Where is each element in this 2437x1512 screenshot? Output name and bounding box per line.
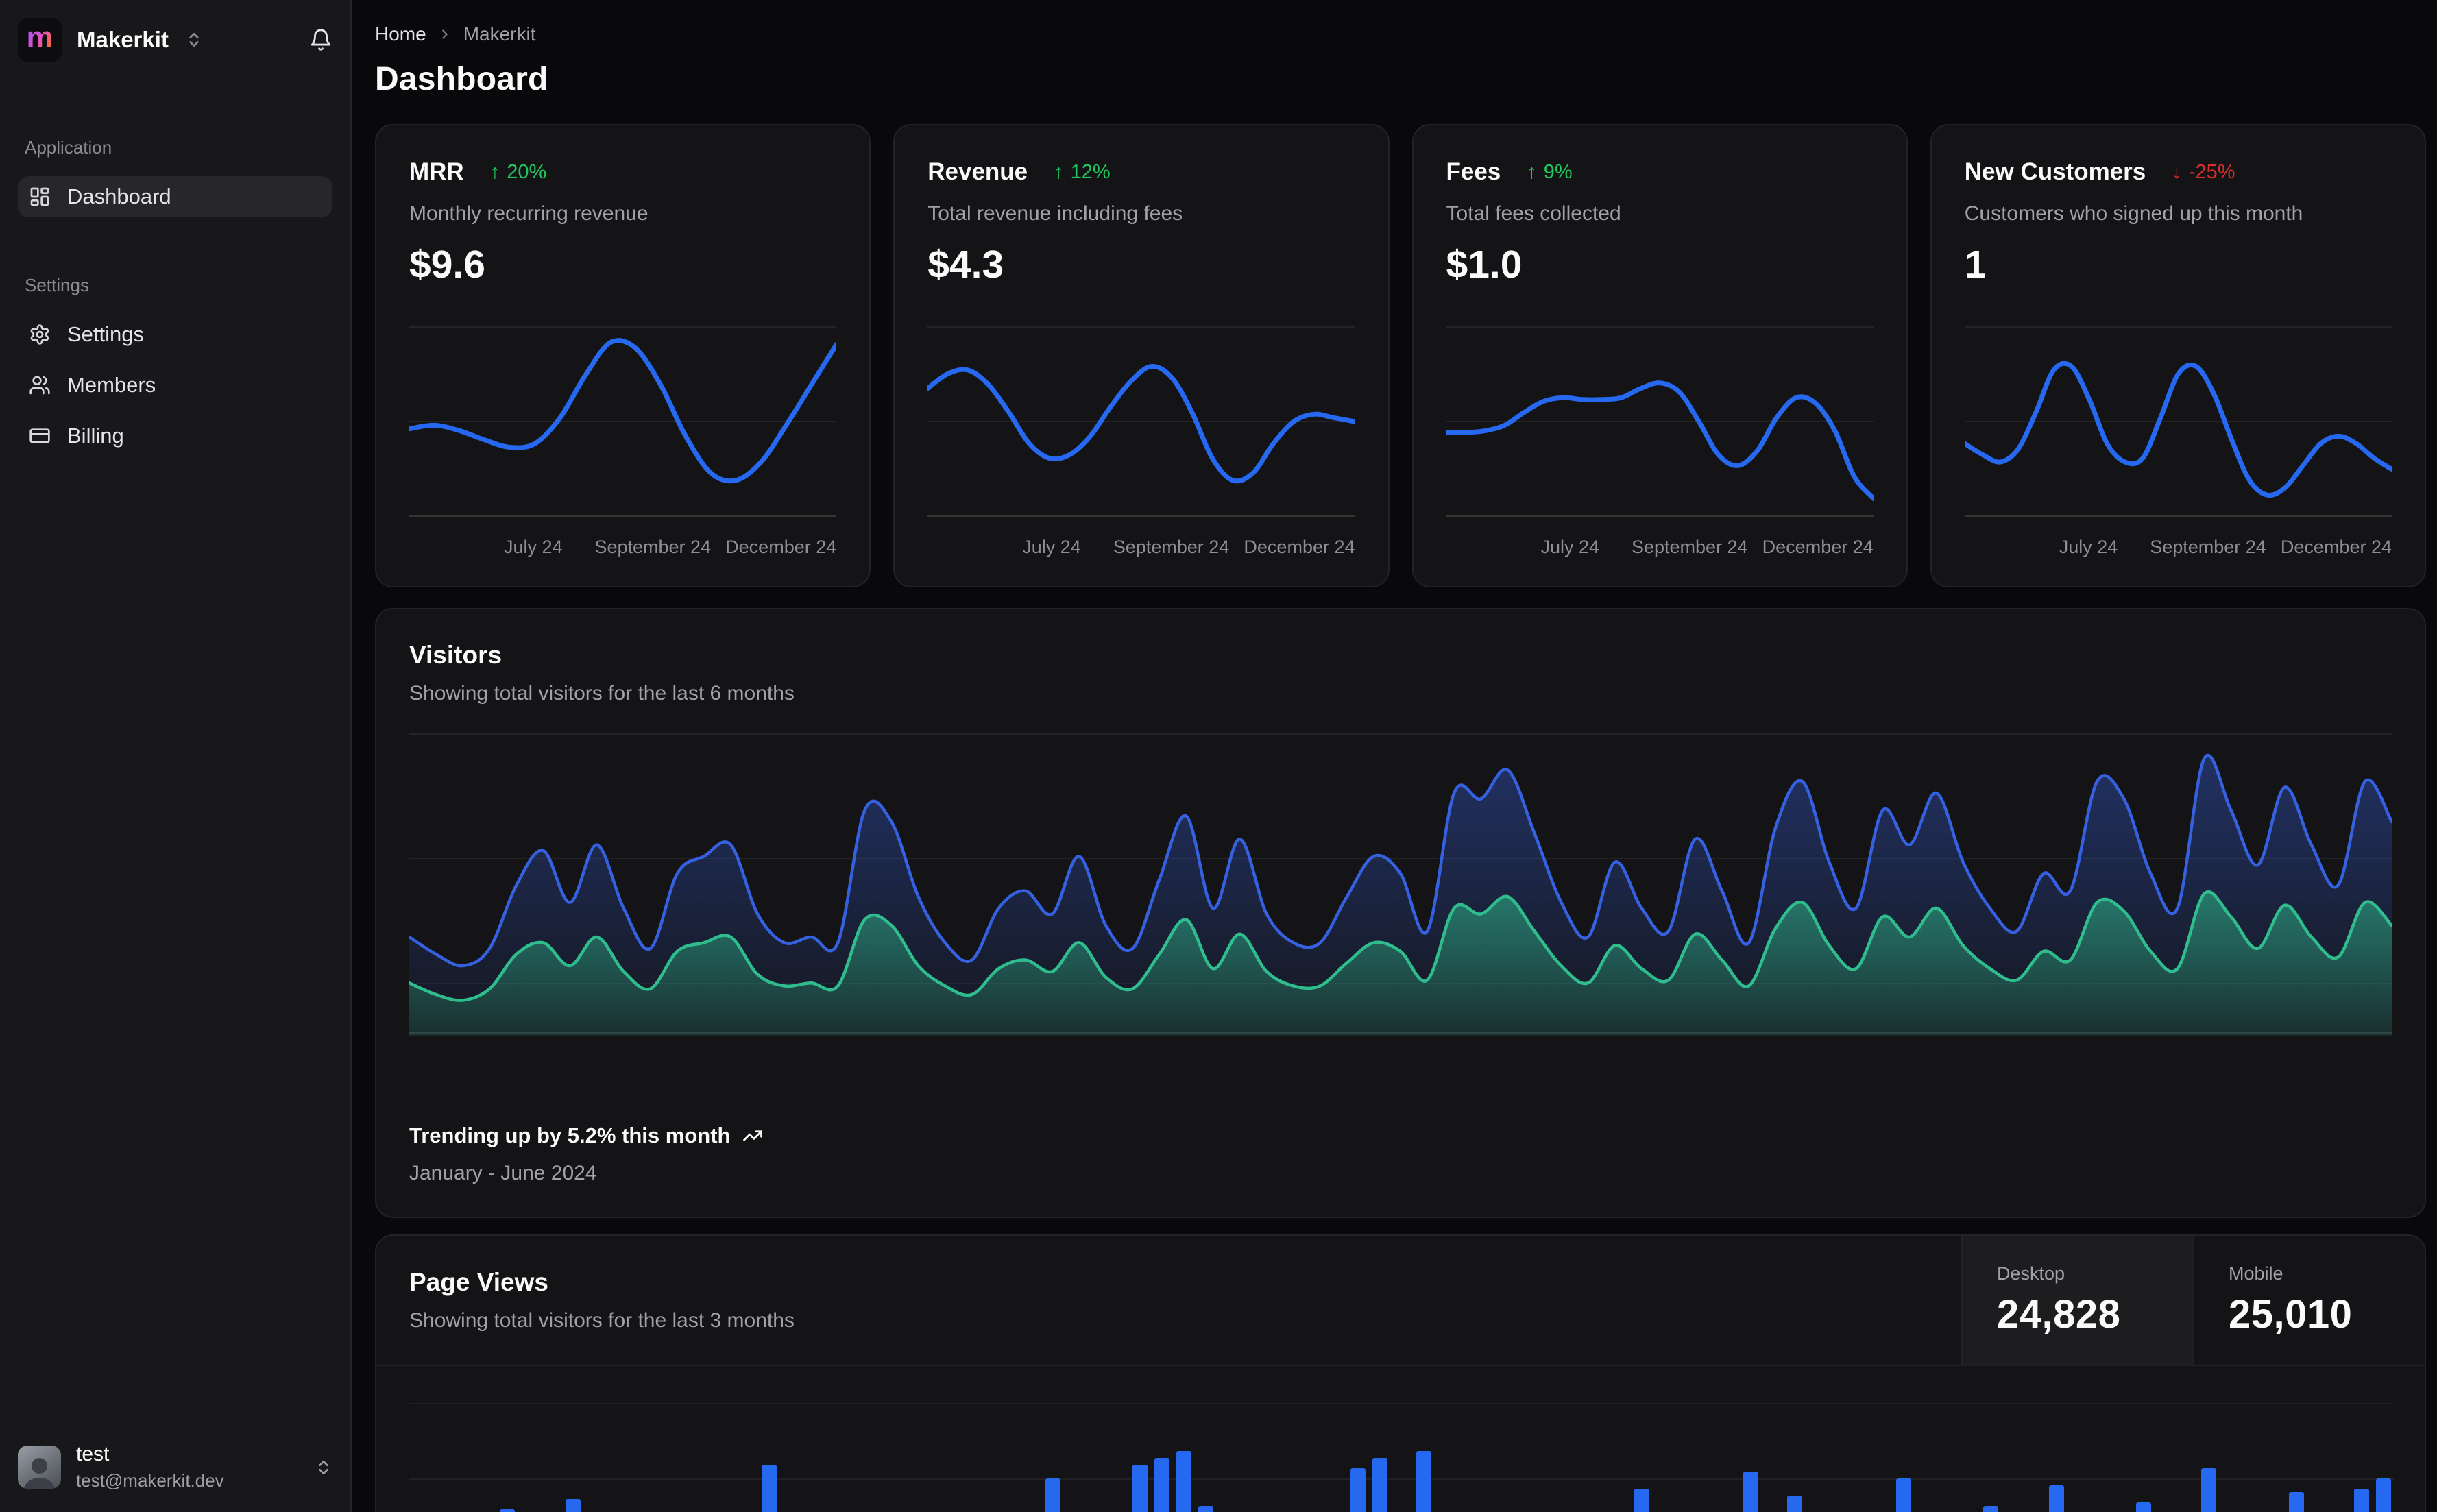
trend-badge: ↑ 9% bbox=[1527, 160, 1573, 183]
users-icon bbox=[29, 374, 51, 396]
user-email: test@makerkit.dev bbox=[76, 1470, 224, 1491]
stat-title: New Customers bbox=[1964, 158, 2146, 185]
chevrons-up-down-icon bbox=[315, 1459, 332, 1476]
sidebar: m Makerkit Application Dashboard Setting… bbox=[0, 0, 352, 1512]
sidebar-item-billing[interactable]: Billing bbox=[18, 415, 332, 456]
stat-title: Revenue bbox=[927, 158, 1028, 185]
sparkline-chart: July 24 September 24 December 24 bbox=[409, 319, 836, 561]
user-menu-button[interactable]: test test@makerkit.dev bbox=[18, 1443, 332, 1491]
sidebar-item-label: Members bbox=[67, 373, 156, 397]
x-axis-labels: July 24 September 24 December 24 bbox=[1022, 537, 1355, 557]
visitors-date-range: January - June 2024 bbox=[409, 1162, 597, 1184]
visitors-area-chart bbox=[409, 733, 2392, 1036]
visitors-subtitle: Showing total visitors for the last 6 mo… bbox=[409, 682, 795, 705]
arrow-down-icon: ↓ bbox=[2172, 160, 2182, 183]
x-axis-labels: July 24 September 24 December 24 bbox=[503, 537, 837, 557]
arrow-up-icon: ↑ bbox=[1527, 160, 1537, 183]
stat-description: Total fees collected bbox=[1446, 202, 1621, 225]
stat-card-fees: Fees ↑ 9% Total fees collected $1.0 July … bbox=[1411, 124, 1908, 587]
stat-card-revenue: Revenue ↑ 12% Total revenue including fee… bbox=[893, 124, 1390, 587]
visitors-title: Visitors bbox=[409, 641, 502, 669]
sidebar-item-label: Settings bbox=[67, 322, 145, 346]
stat-cards-row: MRR ↑ 20% Monthly recurring revenue $9.6 … bbox=[375, 124, 2426, 587]
logo-letter: m bbox=[26, 21, 53, 54]
page-views-header: Page Views Showing total visitors for th… bbox=[376, 1236, 2425, 1366]
main-content: Home Makerkit Dashboard MRR ↑ 20% Monthly… bbox=[353, 0, 2437, 1512]
sparkline-chart: July 24 September 24 December 24 bbox=[1446, 319, 1874, 561]
stat-title: MRR bbox=[409, 158, 464, 185]
nav-section-application: Application bbox=[25, 137, 112, 158]
breadcrumb-home-link[interactable]: Home bbox=[375, 23, 426, 45]
visitors-trend-text: Trending up by 5.2% this month bbox=[409, 1123, 731, 1147]
sidebar-item-settings[interactable]: Settings bbox=[18, 314, 332, 355]
user-avatar bbox=[18, 1446, 61, 1489]
x-axis-labels: July 24 September 24 December 24 bbox=[1540, 537, 1874, 557]
stat-value: $4.3 bbox=[927, 243, 1004, 286]
sparkline-chart: July 24 September 24 December 24 bbox=[927, 319, 1355, 561]
layout-dashboard-icon bbox=[29, 186, 51, 208]
trend-badge: ↑ 20% bbox=[489, 160, 547, 183]
visitors-card: Visitors Showing total visitors for the … bbox=[375, 608, 2426, 1218]
sidebar-item-dashboard[interactable]: Dashboard bbox=[18, 176, 332, 217]
credit-card-icon bbox=[29, 425, 51, 447]
stat-card-mrr: MRR ↑ 20% Monthly recurring revenue $9.6 … bbox=[375, 124, 871, 587]
trending-up-icon bbox=[742, 1125, 763, 1146]
gear-icon bbox=[29, 324, 51, 345]
arrow-up-icon: ↑ bbox=[1054, 160, 1064, 183]
trend-badge: ↑ 12% bbox=[1054, 160, 1111, 183]
trend-badge: ↓ -25% bbox=[2172, 160, 2235, 183]
mobile-total: 25,010 bbox=[2229, 1292, 2353, 1337]
brand-name: Makerkit bbox=[77, 27, 169, 52]
stat-value: $9.6 bbox=[409, 243, 485, 286]
breadcrumb-current: Makerkit bbox=[463, 23, 536, 45]
sidebar-item-label: Dashboard bbox=[67, 184, 171, 208]
toggle-desktop[interactable]: Desktop 24,828 bbox=[1961, 1236, 2193, 1365]
stat-value: $1.0 bbox=[1446, 243, 1523, 286]
stat-title: Fees bbox=[1446, 158, 1501, 185]
makerkit-logo: m bbox=[18, 18, 62, 62]
user-name: test bbox=[76, 1443, 110, 1465]
sidebar-item-members[interactable]: Members bbox=[18, 365, 332, 406]
page-views-subtitle: Showing total visitors for the last 3 mo… bbox=[409, 1309, 795, 1332]
chevron-right-icon bbox=[437, 27, 452, 42]
arrow-up-icon: ↑ bbox=[489, 160, 500, 183]
desktop-total: 24,828 bbox=[1997, 1292, 2121, 1337]
workspace-selector[interactable]: m Makerkit bbox=[18, 18, 332, 62]
chevrons-up-down-icon bbox=[185, 31, 203, 49]
stat-description: Customers who signed up this month bbox=[1964, 202, 2303, 225]
stat-description: Monthly recurring revenue bbox=[409, 202, 648, 225]
breadcrumb: Home Makerkit bbox=[375, 23, 2426, 45]
notifications-bell-icon[interactable] bbox=[309, 28, 332, 51]
nav-section-settings: Settings bbox=[25, 275, 89, 295]
page-views-bar-chart bbox=[409, 1382, 2394, 1512]
stat-description: Total revenue including fees bbox=[927, 202, 1183, 225]
toggle-mobile[interactable]: Mobile 25,010 bbox=[2193, 1236, 2425, 1365]
x-axis-labels: July 24 September 24 December 24 bbox=[2059, 537, 2392, 557]
stat-value: 1 bbox=[1964, 243, 1987, 286]
page-title: Dashboard bbox=[375, 61, 548, 97]
sidebar-item-label: Billing bbox=[67, 424, 124, 448]
page-views-card: Page Views Showing total visitors for th… bbox=[375, 1234, 2426, 1512]
sparkline-chart: July 24 September 24 December 24 bbox=[1964, 319, 2392, 561]
stat-card-new-customers: New Customers ↓ -25% Customers who signed… bbox=[1930, 124, 2426, 587]
sidebar-nav: Application Dashboard Settings Settings … bbox=[18, 137, 332, 466]
page-views-title: Page Views bbox=[409, 1268, 548, 1296]
